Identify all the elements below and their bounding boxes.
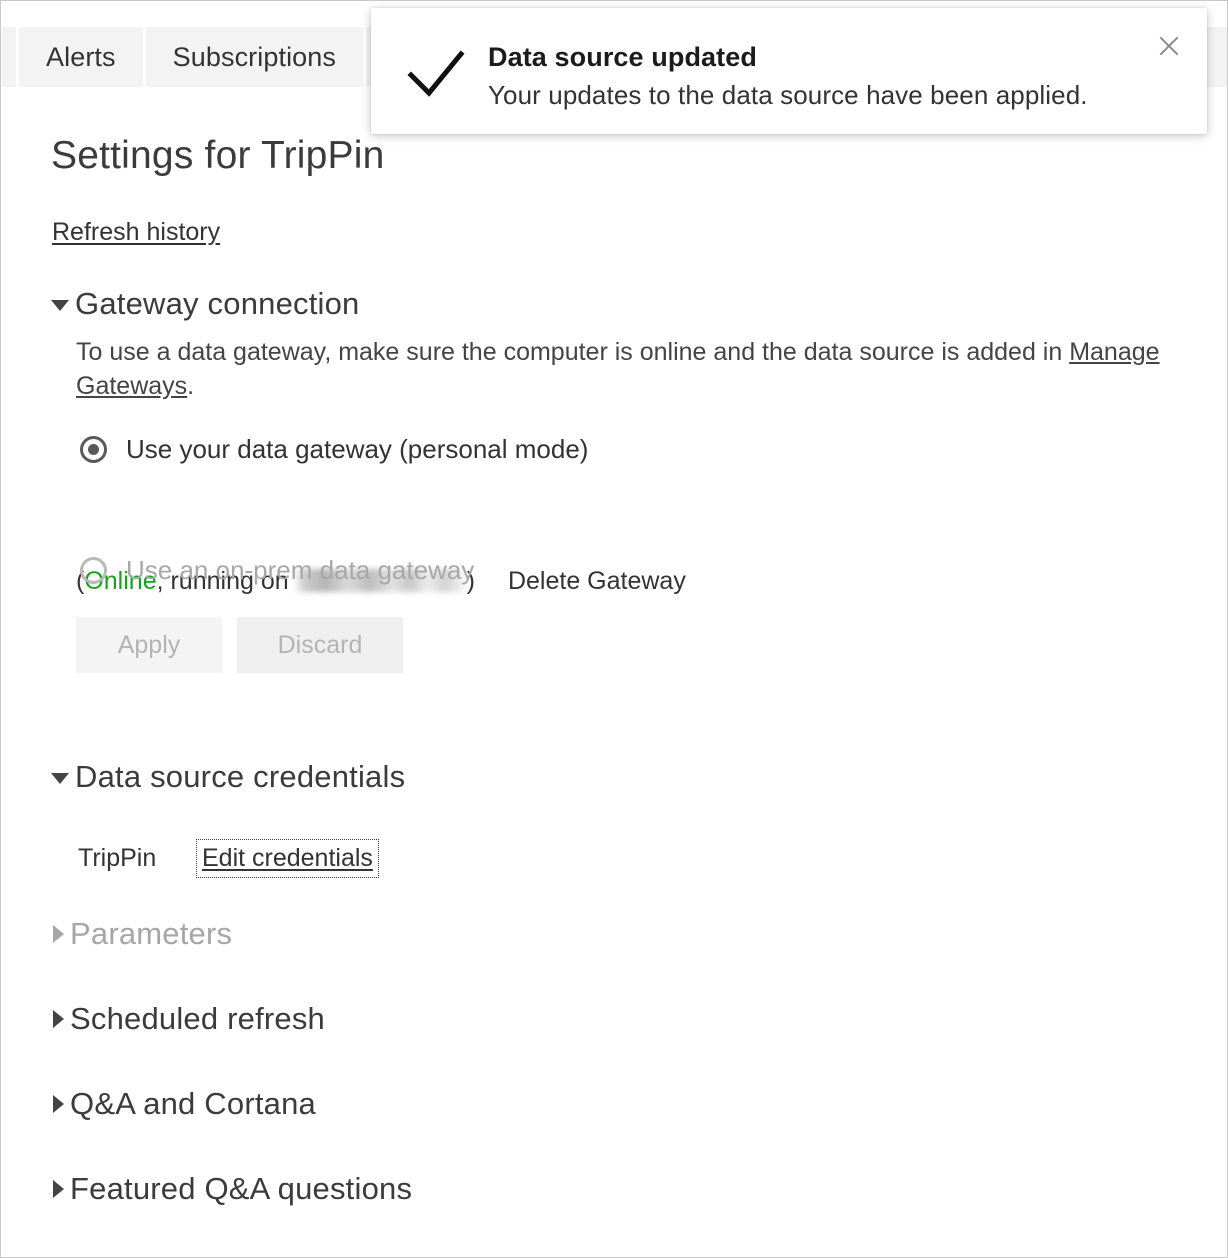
page-title: Settings for TripPin (51, 134, 385, 177)
radio-unselected-icon (80, 557, 107, 584)
gateway-description: To use a data gateway, make sure the com… (76, 335, 1196, 403)
section-header-parameters[interactable]: Parameters (53, 916, 232, 952)
tab-alerts[interactable]: Alerts (19, 27, 143, 87)
section-header-scheduled-refresh[interactable]: Scheduled refresh (53, 1001, 325, 1037)
section-title: Parameters (70, 916, 233, 951)
section-title: Scheduled refresh (70, 1001, 326, 1036)
notification-toast: Data source updated Your updates to the … (371, 8, 1207, 134)
apply-button[interactable]: Apply (76, 617, 222, 673)
gateway-action-buttons: Apply Discard (76, 617, 403, 673)
chevron-right-icon (53, 1095, 64, 1113)
radio-onprem-gateway[interactable]: Use an on-prem data gateway (80, 555, 474, 586)
toast-message: Your updates to the data source have bee… (488, 80, 1088, 110)
radio-label: Use your data gateway (personal mode) (126, 434, 589, 464)
chevron-down-icon (51, 300, 69, 311)
chevron-right-icon (53, 1180, 64, 1198)
check-icon (407, 48, 465, 98)
close-icon[interactable] (1149, 26, 1189, 66)
section-header-data-source-credentials[interactable]: Data source credentials (51, 759, 405, 795)
edit-credentials-link[interactable]: Edit credentials (196, 839, 379, 878)
radio-label: Use an on-prem data gateway (126, 555, 475, 585)
section-title: Featured Q&A questions (70, 1171, 413, 1206)
chevron-right-icon (53, 1010, 64, 1028)
gateway-description-text-after: . (187, 372, 195, 400)
radio-personal-gateway[interactable]: Use your data gateway (personal mode) (80, 434, 588, 465)
discard-button[interactable]: Discard (237, 617, 403, 673)
delete-gateway-link[interactable]: Delete Gateway (508, 567, 686, 596)
credential-row: TripPin Edit credentials (78, 839, 379, 878)
tab-bar-leading-edge (2, 27, 16, 87)
tab-subscriptions[interactable]: Subscriptions (145, 27, 364, 87)
section-title: Q&A and Cortana (70, 1086, 316, 1121)
refresh-history-link[interactable]: Refresh history (52, 218, 220, 247)
section-header-featured-qa-questions[interactable]: Featured Q&A questions (53, 1171, 412, 1207)
chevron-down-icon (51, 773, 69, 784)
section-header-qa-and-cortana[interactable]: Q&A and Cortana (53, 1086, 316, 1122)
gateway-description-text-before: To use a data gateway, make sure the com… (76, 338, 1070, 366)
section-title: Gateway connection (75, 286, 360, 321)
radio-selected-icon (80, 436, 107, 463)
toast-title: Data source updated (488, 42, 757, 72)
chevron-right-icon (53, 925, 64, 943)
section-header-gateway-connection[interactable]: Gateway connection (51, 286, 360, 322)
credential-source-name: TripPin (78, 844, 157, 872)
settings-page: Alerts Subscriptions D Data source updat… (0, 0, 1228, 1258)
section-title: Data source credentials (75, 759, 406, 794)
